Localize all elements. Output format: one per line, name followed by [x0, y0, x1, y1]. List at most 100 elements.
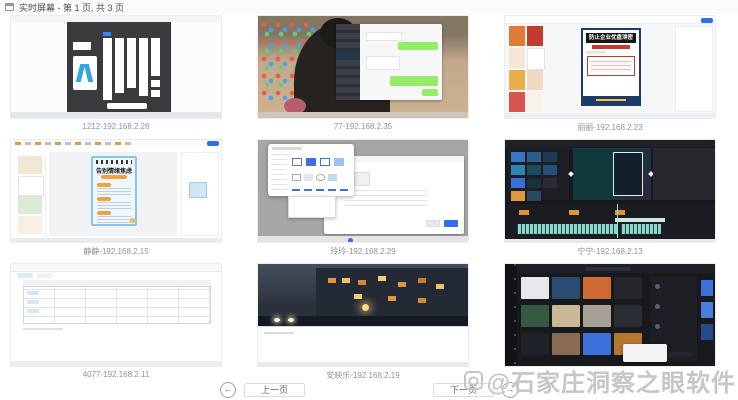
flowchart-shape — [334, 158, 344, 166]
screen-caption: 宁宁-192.168.2.13 — [504, 246, 716, 257]
media-thumb — [527, 165, 541, 175]
taskbar — [258, 236, 468, 243]
remote-screen-preview-2[interactable] — [257, 15, 469, 119]
screen-cell-7[interactable]: 4077-192.168.2.11 — [10, 263, 222, 379]
screen-cell-6[interactable]: 宁宁-192.168.2.13 — [504, 139, 716, 257]
media-thumb — [511, 165, 525, 175]
next-page-arrow-icon[interactable]: → — [502, 382, 518, 398]
remote-screen-preview-6[interactable] — [504, 139, 716, 243]
template-card — [614, 305, 642, 327]
remote-screen-preview-3[interactable]: 防止企业优盘泄密 — [504, 15, 716, 119]
flowchart-shape — [316, 174, 325, 181]
chat-bubble-right-green — [398, 42, 438, 50]
dialog-title — [272, 147, 302, 150]
flowchart-shape — [292, 158, 302, 166]
wechat-window — [336, 24, 442, 100]
left-rail — [505, 264, 517, 367]
artboard — [103, 38, 112, 100]
screen-cell-8[interactable]: 安映乐-192.168.2.19 — [257, 263, 469, 381]
timeline-audio-clip — [517, 224, 617, 234]
taskbar — [258, 112, 468, 119]
line-style-row — [292, 189, 348, 191]
lit-window — [398, 282, 406, 287]
artboard — [115, 38, 124, 93]
next-page-button[interactable]: 下一页 — [433, 383, 494, 397]
flowchart-shape — [306, 158, 316, 166]
prev-page-button[interactable]: 上一页 — [244, 383, 305, 397]
screen-cell-3[interactable]: 防止企业优盘泄密 丽丽-192.168.2.23 — [504, 15, 716, 133]
search-pill — [585, 267, 631, 272]
screen-caption: 玲玲-192.168.2.29 — [257, 246, 469, 257]
screen-cell-9[interactable] — [504, 263, 716, 370]
section-header — [97, 183, 111, 187]
timeline-clip-orange — [569, 210, 579, 215]
canvas-toolbar — [107, 103, 147, 109]
screen-cell-4[interactable]: 告别情绪焦虑 静静-192.168.2.15 — [10, 139, 222, 257]
flowchart-shape — [320, 158, 330, 166]
media-thumb — [511, 191, 525, 201]
poster-footer-text — [596, 99, 626, 101]
remote-screen-preview-4[interactable]: 告别情绪焦虑 — [10, 139, 222, 243]
screen-caption: 安映乐-192.168.2.19 — [257, 370, 469, 381]
window-text-line — [264, 332, 294, 334]
sticker — [129, 217, 135, 223]
pager: ← 上一页 下一页 → — [0, 382, 738, 398]
taskbar — [11, 238, 221, 243]
prev-page-arrow-icon[interactable]: ← — [220, 382, 236, 398]
remote-screen-preview-8[interactable] — [257, 263, 469, 367]
car-light — [274, 318, 280, 322]
media-thumb — [511, 178, 525, 188]
timeline-audio-clip — [621, 224, 661, 234]
template-card — [583, 305, 611, 327]
lit-window — [342, 278, 350, 283]
template-card — [521, 277, 549, 299]
media-thumb — [543, 152, 557, 162]
wechat-contact-list — [336, 24, 360, 100]
phone-mockup — [613, 152, 643, 196]
color-swatch — [189, 182, 207, 198]
menu-dashes — [15, 142, 135, 145]
button-chip — [37, 273, 53, 278]
lit-window — [358, 280, 366, 285]
chat-bubble-left — [366, 56, 400, 70]
left-panel — [11, 22, 68, 112]
flowchart-shape — [328, 174, 337, 181]
popup-dialog — [623, 344, 667, 362]
remote-screen-preview-5[interactable] — [257, 139, 469, 243]
section-text — [97, 202, 131, 209]
remote-screen-preview-1[interactable] — [10, 15, 222, 119]
artboard — [151, 90, 160, 97]
mini-thumb — [701, 280, 713, 296]
media-thumb — [543, 165, 557, 175]
template-thumb — [18, 156, 42, 174]
template-thumb — [527, 70, 543, 90]
remote-screen-preview-9[interactable] — [504, 263, 716, 367]
screen-cell-1[interactable]: 1212-192.168.2.26 — [10, 15, 222, 131]
template-thumb — [527, 26, 543, 46]
ok-button — [444, 220, 458, 227]
screen-cell-2[interactable]: 77-192.168.2.35 — [257, 15, 469, 131]
screen-caption: 丽丽-192.168.2.23 — [504, 122, 716, 133]
note-badge — [101, 175, 127, 179]
template-card — [614, 277, 642, 299]
template-thumb — [509, 70, 525, 90]
template-thumb — [18, 196, 42, 214]
lantern — [362, 304, 369, 311]
spiral-binding — [96, 160, 132, 164]
window-icon — [5, 3, 14, 11]
image-placeholder — [354, 172, 370, 186]
remote-screen-preview-7[interactable] — [10, 263, 222, 367]
template-thumb — [527, 92, 543, 112]
chat-bubble-right-green — [390, 76, 438, 86]
template-thumb — [509, 26, 525, 46]
template-thumb — [527, 48, 545, 70]
screen-cell-5[interactable]: 玲玲-192.168.2.29 — [257, 139, 469, 257]
selection-chip — [103, 32, 111, 36]
lit-window — [436, 284, 444, 289]
button-chip — [17, 273, 33, 278]
template-card — [583, 277, 611, 299]
playhead — [617, 204, 618, 238]
window-titlebar: 实时屏幕 - 第 1 页, 共 3 页 — [0, 0, 738, 14]
table-cell-chip — [27, 300, 39, 304]
section-text — [97, 216, 131, 223]
